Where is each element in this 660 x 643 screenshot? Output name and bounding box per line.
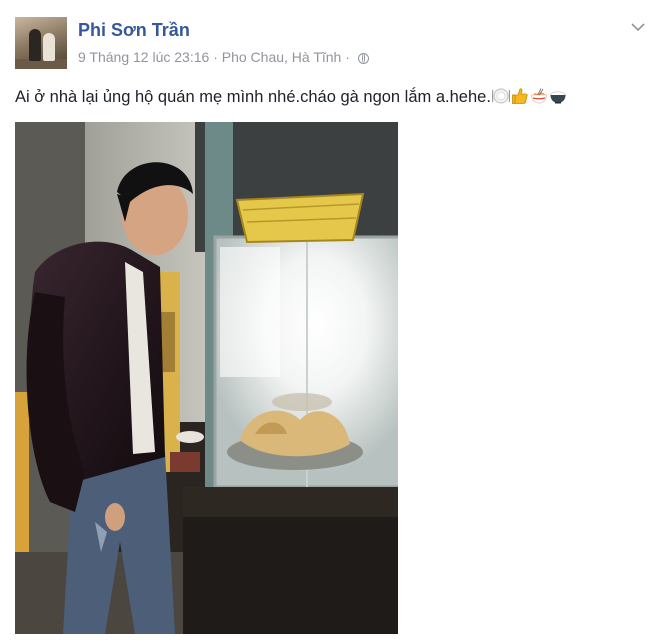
author-name-link[interactable]: Phi Sơn Trần: [78, 20, 190, 41]
meta-separator: ·: [213, 49, 218, 65]
facebook-post-card: Phi Sơn Trần 9 Tháng 12 lúc 23:16 · Pho …: [0, 0, 660, 643]
plate-icon: [491, 88, 510, 104]
chevron-down-icon[interactable]: [630, 20, 646, 34]
post-meta: 9 Tháng 12 lúc 23:16 · Pho Chau, Hà Tĩnh…: [78, 49, 369, 65]
meta-separator-2: ·: [345, 49, 350, 65]
photo-food-stall: [15, 122, 398, 634]
noodle-bowl-icon: [531, 88, 547, 104]
rice-bowl-icon: [550, 91, 566, 104]
post-text: Ai ở nhà lại ủng hộ quán mẹ mình nhé.chá…: [15, 87, 567, 107]
post-photo[interactable]: [15, 122, 398, 634]
post-message: Ai ở nhà lại ủng hộ quán mẹ mình nhé.chá…: [15, 88, 491, 106]
public-globe-icon[interactable]: [357, 53, 369, 64]
author-avatar[interactable]: [15, 17, 67, 69]
post-location-link[interactable]: Pho Chau, Hà Tĩnh: [222, 49, 342, 65]
thumbs-up-icon: [512, 88, 528, 104]
post-timestamp-link[interactable]: 9 Tháng 12 lúc 23:16: [78, 49, 209, 65]
